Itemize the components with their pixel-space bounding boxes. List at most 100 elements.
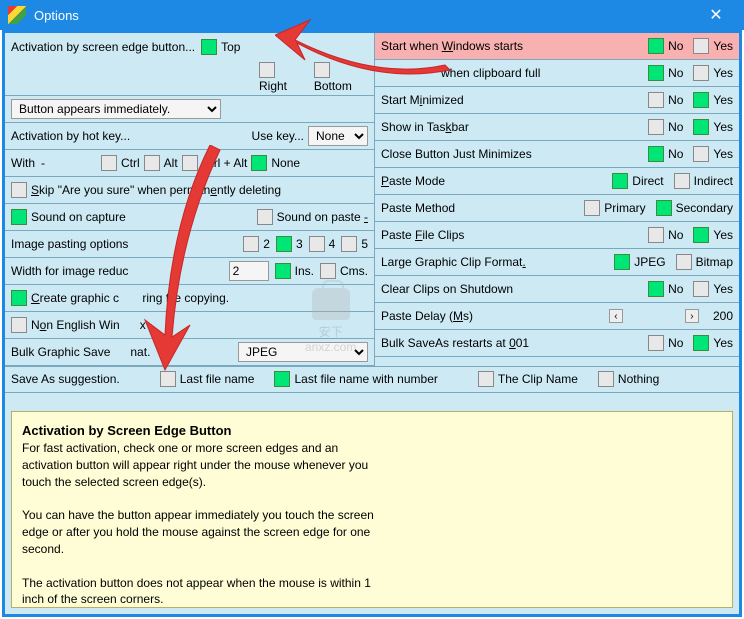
start-min-label: Start Minimized <box>381 93 464 107</box>
clip-name: The Clip Name <box>498 372 578 386</box>
opt5-check[interactable] <box>341 236 357 252</box>
yes4: Yes <box>713 120 733 134</box>
row-hotkey: Activation by hot key... Use key... None <box>5 123 374 150</box>
yes2: Yes <box>713 66 733 80</box>
row-show-task: Show in Taskbar No Yes <box>375 114 739 141</box>
bitmap: Bitmap <box>696 255 733 269</box>
row-skip: Skip "Are you sure" when permanently del… <box>5 177 374 204</box>
st-yes[interactable] <box>693 119 709 135</box>
pf-yes[interactable] <box>693 227 709 243</box>
sw-no[interactable] <box>648 38 664 54</box>
alt-check[interactable] <box>144 155 160 171</box>
cm-no[interactable] <box>648 146 664 162</box>
no: No <box>668 39 683 53</box>
saveas-label: Save As suggestion. <box>11 372 120 386</box>
row-activation-edge2: Right Bottom <box>5 60 374 96</box>
opt3-check[interactable] <box>276 236 292 252</box>
lg-bitmap[interactable] <box>676 254 692 270</box>
delay-val: 200 <box>713 309 733 323</box>
sound-paste-check[interactable] <box>257 209 273 225</box>
skip-label: Skip "Are you sure" when permanently del… <box>31 183 281 197</box>
bulk-restart-label: Bulk SaveAs restarts at 001 <box>381 336 529 350</box>
no6: No <box>668 228 683 242</box>
cms-check[interactable] <box>320 263 336 279</box>
row-width: Width for image reduc Ins. Cms. <box>5 258 374 285</box>
no7: No <box>668 282 683 296</box>
sa-clip[interactable] <box>478 371 494 387</box>
cs-yes[interactable] <box>693 281 709 297</box>
sm-no[interactable] <box>648 92 664 108</box>
button-appears-select[interactable]: Button appears immediately. <box>11 99 221 119</box>
br-yes[interactable] <box>693 335 709 351</box>
no2: No <box>668 66 683 80</box>
br-no[interactable] <box>648 335 664 351</box>
row-paste-delay: Paste Delay (Ms) ‹ › 200 <box>375 303 739 330</box>
skip-check[interactable] <box>11 182 27 198</box>
row-clear-shutdown: Clear Clips on Shutdown No Yes <box>375 276 739 303</box>
top-check[interactable] <box>201 39 217 55</box>
yes7: Yes <box>713 282 733 296</box>
lg-jpeg[interactable] <box>614 254 630 270</box>
ctrl-check[interactable] <box>101 155 117 171</box>
desc-title: Activation by Screen Edge Button <box>22 423 231 438</box>
paste-file-label: Paste File Clips <box>381 228 464 242</box>
create-graphic-label: Create graphic c ring file copying. <box>31 291 229 305</box>
no3: No <box>668 93 683 107</box>
hotkey-label: Activation by hot key... <box>11 129 130 143</box>
bottom-check[interactable] <box>314 62 330 78</box>
sw-yes[interactable] <box>693 38 709 54</box>
direct: Direct <box>632 174 663 188</box>
no4: No <box>668 120 683 134</box>
pme-secondary[interactable] <box>656 200 672 216</box>
sound-capture-check[interactable] <box>11 209 27 225</box>
top-label: Top <box>221 40 240 54</box>
pf-no[interactable] <box>648 227 664 243</box>
cf-no[interactable] <box>648 65 664 81</box>
pme-primary[interactable] <box>584 200 600 216</box>
row-close-min: Close Button Just Minimizes No Yes <box>375 141 739 168</box>
start-windows-label: Start when Windows starts <box>381 39 523 53</box>
opt2-check[interactable] <box>243 236 259 252</box>
main-panel: Activation by screen edge button... Top … <box>2 30 742 617</box>
ins-check[interactable] <box>275 263 291 279</box>
row-clipboard-full: when clipboard full No Yes <box>375 60 739 87</box>
close-button[interactable]: ✕ <box>696 0 736 30</box>
large-graphic-label: Large Graphic Clip Format. <box>381 255 526 269</box>
ctrlalt-check[interactable] <box>182 155 198 171</box>
sa-last[interactable] <box>160 371 176 387</box>
row-create-graphic: Create graphic c ring file copying. <box>5 285 374 312</box>
non-english-check[interactable] <box>11 317 27 333</box>
bulk-save-select[interactable]: JPEG <box>238 342 368 362</box>
nothing: Nothing <box>618 372 659 386</box>
desc-p2: You can have the button appear immediate… <box>22 507 382 557</box>
yes3: Yes <box>713 93 733 107</box>
pm-indirect[interactable] <box>674 173 690 189</box>
use-key-select[interactable]: None <box>308 126 368 146</box>
cm-yes[interactable] <box>693 146 709 162</box>
create-graphic-check[interactable] <box>11 290 27 306</box>
delay-down[interactable]: ‹ <box>609 309 623 323</box>
paste-method-label: Paste Method <box>381 201 455 215</box>
right-check[interactable] <box>259 62 275 78</box>
none-label: None <box>271 156 300 170</box>
jpeg: JPEG <box>634 255 665 269</box>
close-min-label: Close Button Just Minimizes <box>381 147 532 161</box>
yes6: Yes <box>713 228 733 242</box>
ctrlalt-label: Ctrl + Alt <box>202 156 248 170</box>
cs-no[interactable] <box>648 281 664 297</box>
yes5: Yes <box>713 147 733 161</box>
pm-direct[interactable] <box>612 173 628 189</box>
none-check[interactable] <box>251 155 267 171</box>
cf-yes[interactable] <box>693 65 709 81</box>
st-no[interactable] <box>648 119 664 135</box>
sa-nothing[interactable] <box>598 371 614 387</box>
sa-lastnum[interactable] <box>274 371 290 387</box>
n4: 4 <box>329 237 336 251</box>
primary: Primary <box>604 201 645 215</box>
sm-yes[interactable] <box>693 92 709 108</box>
use-key-label: Use key... <box>252 129 304 143</box>
delay-up[interactable]: › <box>685 309 699 323</box>
row-activation-edge: Activation by screen edge button... Top <box>5 33 374 60</box>
width-input[interactable] <box>229 261 269 281</box>
opt4-check[interactable] <box>309 236 325 252</box>
